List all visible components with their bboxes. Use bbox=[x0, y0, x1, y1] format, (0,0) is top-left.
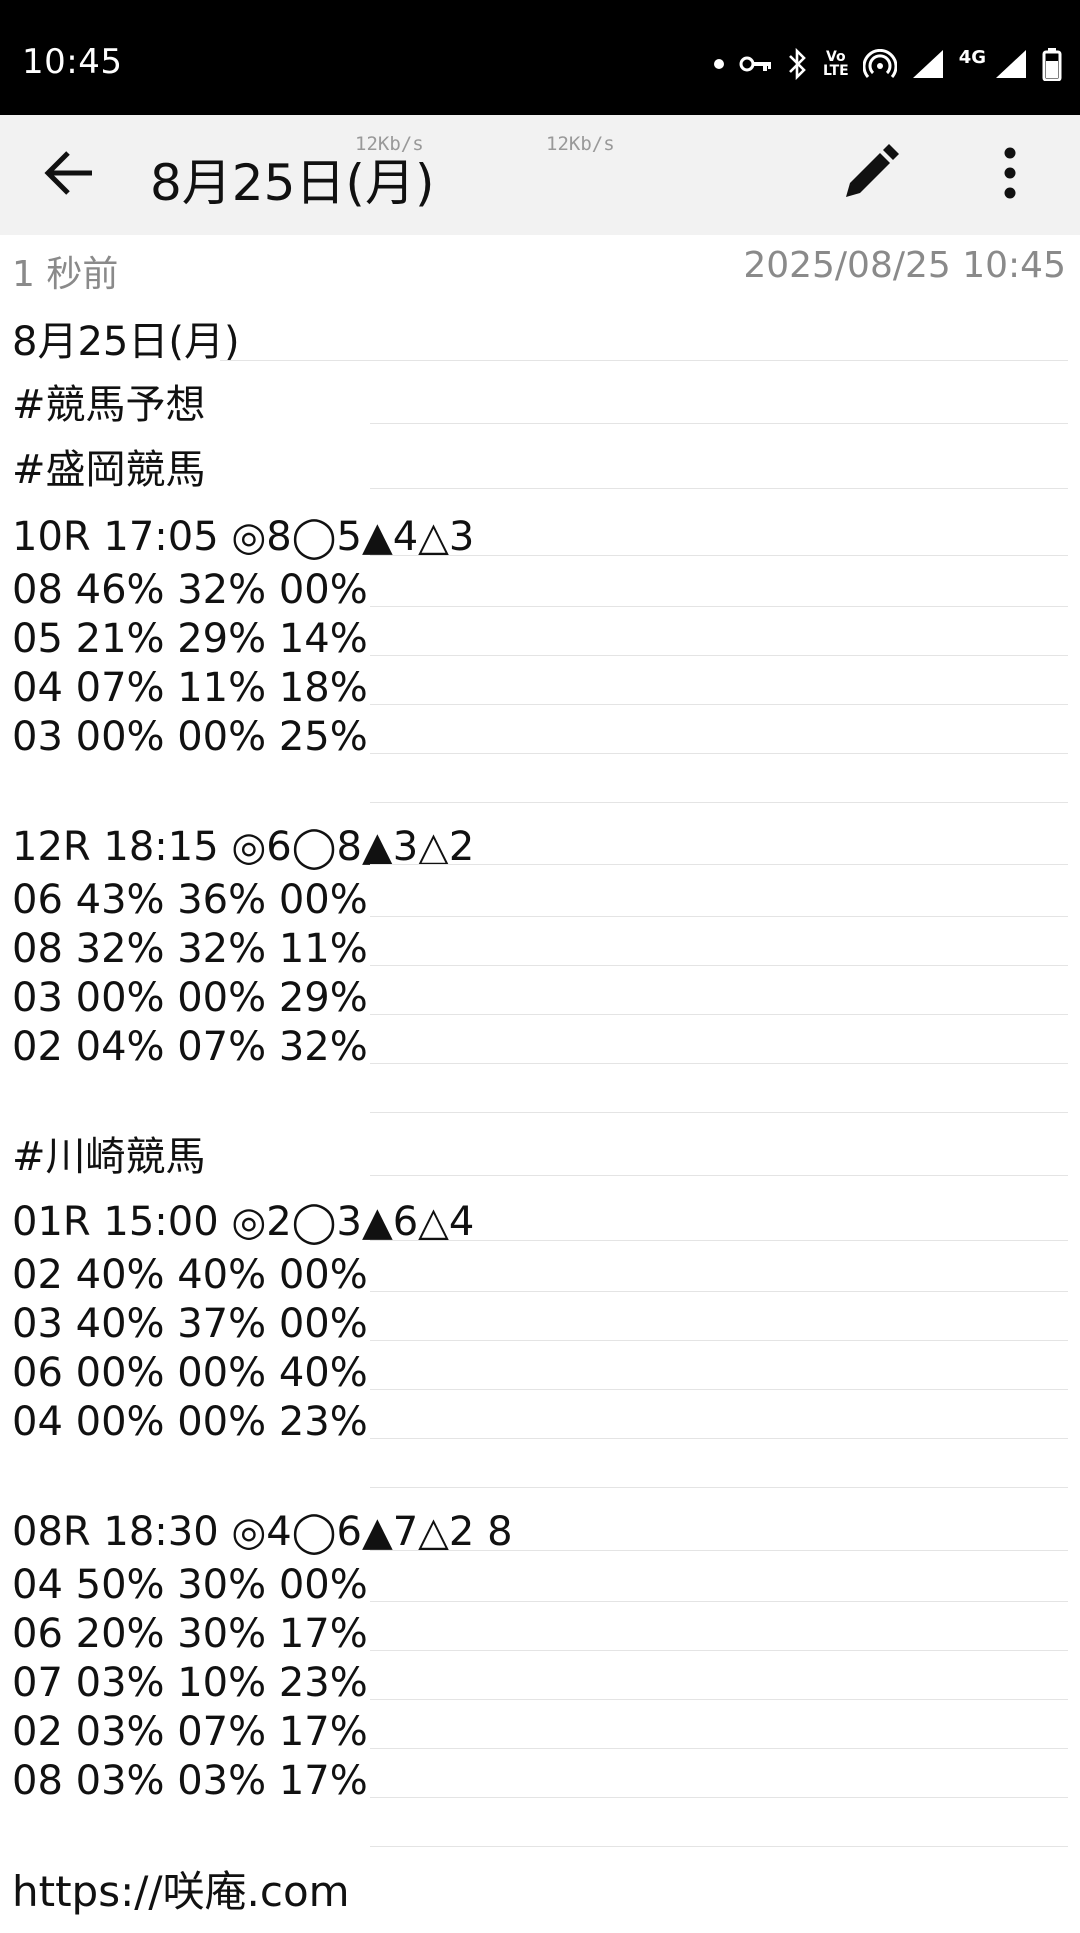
ruled-line-divider bbox=[370, 1601, 1068, 1602]
ruled-line-divider bbox=[370, 965, 1068, 966]
note-line: 8月25日(月) bbox=[12, 319, 240, 365]
network-speed-indicator: 12Kb/s bbox=[355, 133, 424, 155]
more-vert-icon bbox=[1003, 147, 1017, 203]
ruled-line-divider bbox=[370, 1438, 1068, 1439]
ruled-line-divider bbox=[370, 1797, 1068, 1798]
volte-label-top: Vo bbox=[825, 49, 846, 65]
status-bar: 10:45 Vo LTE 4G bbox=[0, 0, 1080, 115]
ruled-line-divider bbox=[370, 1240, 1068, 1241]
status-icons: Vo LTE 4G bbox=[713, 44, 1062, 84]
ruled-line-divider bbox=[370, 1487, 1068, 1488]
hotspot-icon bbox=[862, 49, 897, 79]
ruled-line-divider bbox=[370, 1650, 1068, 1651]
volte-label-bottom: LTE bbox=[822, 63, 849, 79]
ruled-line-divider bbox=[370, 1291, 1068, 1292]
ruled-line-divider bbox=[370, 1340, 1068, 1341]
last-edited-timestamp: 2025/08/25 10:45 bbox=[743, 245, 1066, 286]
note-line: #川崎競馬 bbox=[12, 1134, 206, 1180]
back-button[interactable] bbox=[34, 145, 104, 205]
note-line: 10R 17:05 ◎8◯5▲4△3 bbox=[12, 514, 475, 560]
ruled-line-divider bbox=[370, 1063, 1068, 1064]
signal-4g-icon bbox=[994, 48, 1028, 80]
ruled-line-divider bbox=[370, 555, 1068, 556]
network-type-label: 4G bbox=[958, 46, 986, 68]
last-edited-relative: 1 秒前 bbox=[12, 254, 119, 295]
more-options-button[interactable] bbox=[990, 143, 1030, 207]
ruled-line-divider bbox=[370, 1389, 1068, 1390]
bluetooth-icon bbox=[787, 47, 809, 81]
ruled-line-divider bbox=[370, 1699, 1068, 1700]
ruled-line-divider bbox=[370, 802, 1068, 803]
ruled-line-divider bbox=[370, 1846, 1068, 1847]
network-speed-indicator: 12Kb/s bbox=[546, 133, 615, 155]
ruled-line-divider bbox=[370, 488, 1068, 489]
note-line: https://咲庵.com bbox=[12, 1867, 350, 1916]
ruled-line-divider bbox=[370, 655, 1068, 656]
note-line: #盛岡競馬 bbox=[12, 447, 206, 493]
note-line: 01R 15:00 ◎2◯3▲6△4 bbox=[12, 1199, 475, 1245]
note-line: #競馬予想 bbox=[12, 382, 206, 428]
volte-icon: Vo LTE bbox=[823, 50, 849, 78]
ruled-line-divider bbox=[370, 423, 1068, 424]
ruled-line-divider bbox=[370, 1748, 1068, 1749]
ruled-line-divider bbox=[370, 864, 1068, 865]
ruled-line-divider bbox=[370, 1112, 1068, 1113]
vpn-key-icon bbox=[739, 54, 773, 74]
app-bar: 8月25日(月) 12Kb/s 12Kb/s bbox=[0, 115, 1080, 235]
ruled-line-divider bbox=[370, 753, 1068, 754]
battery-icon bbox=[1042, 47, 1062, 81]
ruled-line-divider bbox=[370, 606, 1068, 607]
notification-dot-icon bbox=[713, 58, 725, 70]
edit-button[interactable] bbox=[838, 143, 902, 207]
ruled-line-divider bbox=[370, 1014, 1068, 1015]
edit-pencil-icon bbox=[840, 143, 900, 207]
signal-icon bbox=[911, 48, 945, 80]
note-line: 08R 18:30 ◎4◯6▲7△2 8 bbox=[12, 1509, 513, 1555]
ruled-line-divider bbox=[370, 1175, 1068, 1176]
ruled-line-divider bbox=[220, 360, 1068, 361]
ruled-line-divider bbox=[370, 916, 1068, 917]
status-time: 10:45 bbox=[22, 42, 123, 82]
ruled-line-divider bbox=[370, 704, 1068, 705]
back-arrow-icon bbox=[42, 149, 96, 201]
ruled-line-divider bbox=[370, 1550, 1068, 1551]
